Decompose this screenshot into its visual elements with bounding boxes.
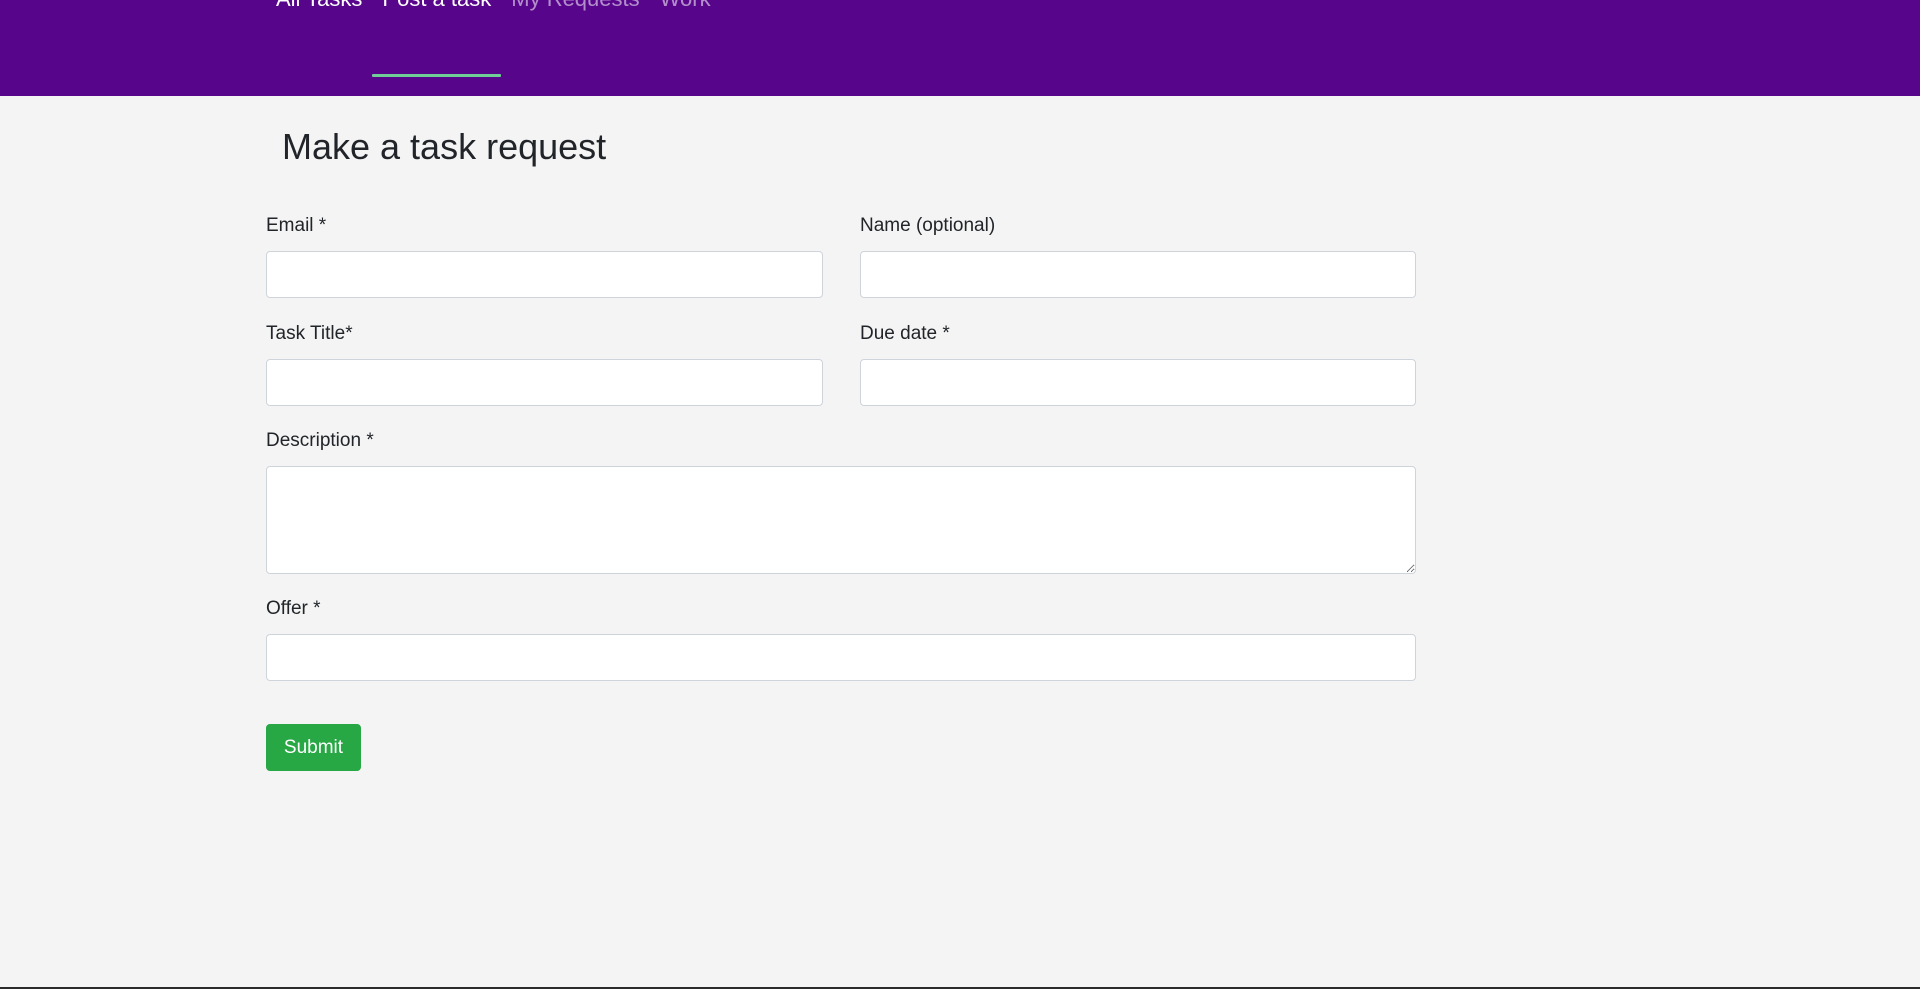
description-textarea[interactable] xyxy=(266,466,1416,574)
offer-label: Offer * xyxy=(266,598,321,619)
nav-my-requests[interactable]: My Requests xyxy=(501,0,649,77)
nav-work-label: Work xyxy=(660,0,711,47)
nav-work[interactable]: Work xyxy=(650,0,721,77)
due-date-label: Due date * xyxy=(860,323,950,344)
top-navbar: All Tasks Post a task My Requests Work xyxy=(0,0,1920,96)
name-field[interactable] xyxy=(860,251,1416,298)
email-label: Email * xyxy=(266,215,327,236)
main-nav: All Tasks Post a task My Requests Work xyxy=(266,0,721,96)
nav-all-tasks-label: All Tasks xyxy=(276,0,362,47)
offer-field[interactable] xyxy=(266,634,1416,681)
name-label: Name (optional) xyxy=(860,215,996,236)
page-title: Make a task request xyxy=(282,126,607,167)
nav-my-requests-label: My Requests xyxy=(511,0,639,47)
task-title-label: Task Title* xyxy=(266,323,353,344)
task-title-field[interactable] xyxy=(266,359,823,406)
nav-post-a-task[interactable]: Post a task xyxy=(372,0,502,77)
nav-post-a-task-label: Post a task xyxy=(382,0,491,47)
submit-button[interactable]: Submit xyxy=(266,724,361,771)
email-field[interactable] xyxy=(266,251,823,298)
nav-all-tasks[interactable]: All Tasks xyxy=(266,0,372,77)
description-label: Description * xyxy=(266,430,374,451)
due-date-field[interactable] xyxy=(860,359,1416,406)
